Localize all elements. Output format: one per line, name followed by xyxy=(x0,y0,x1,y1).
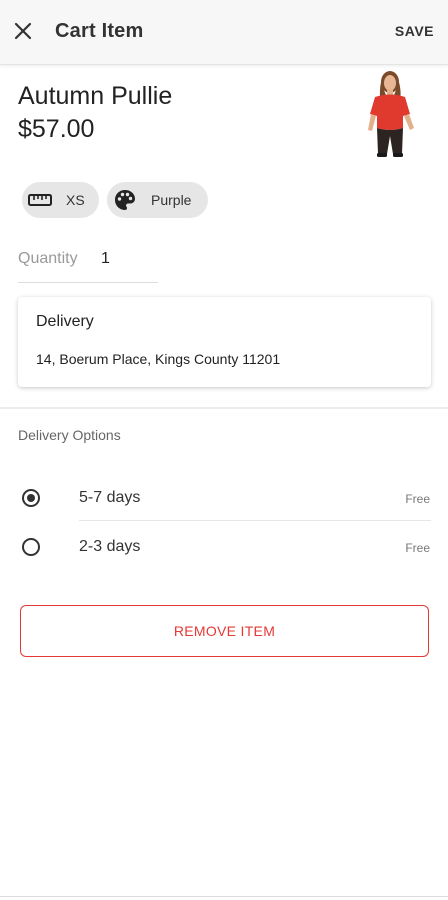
quantity-input[interactable]: 1 xyxy=(101,250,110,268)
delivery-option-label: 2-3 days xyxy=(79,538,141,555)
section-divider xyxy=(0,407,448,409)
radio-unselected-icon[interactable] xyxy=(22,538,40,556)
delivery-option-2-3-days[interactable]: 2-3 days Free xyxy=(0,524,448,570)
ruler-icon xyxy=(27,187,53,213)
app-bar: Cart Item SAVE xyxy=(0,0,448,65)
size-chip[interactable]: XS xyxy=(22,182,99,218)
page-title: Cart Item xyxy=(55,20,144,42)
delivery-card[interactable]: Delivery 14, Boerum Place, Kings County … xyxy=(18,297,431,387)
remove-item-button[interactable]: REMOVE ITEM xyxy=(20,605,429,657)
radio-selected-icon[interactable] xyxy=(22,489,40,507)
close-icon xyxy=(14,22,32,40)
delivery-title: Delivery xyxy=(36,313,94,330)
product-name: Autumn Pullie xyxy=(18,82,173,110)
option-divider xyxy=(79,520,431,521)
delivery-option-5-7-days[interactable]: 5-7 days Free xyxy=(0,475,448,521)
bottom-divider xyxy=(0,896,448,897)
delivery-option-price: Free xyxy=(405,541,430,555)
delivery-address: 14, Boerum Place, Kings County 11201 xyxy=(36,351,281,367)
quantity-label: Quantity xyxy=(18,250,78,267)
palette-icon xyxy=(112,187,138,213)
color-chip[interactable]: Purple xyxy=(107,182,208,218)
close-button[interactable] xyxy=(8,14,38,48)
delivery-option-price: Free xyxy=(405,492,430,506)
product-image[interactable] xyxy=(356,68,426,160)
delivery-options-header: Delivery Options xyxy=(18,427,121,443)
product-price: $57.00 xyxy=(18,115,95,143)
size-label: XS xyxy=(66,192,85,208)
save-button[interactable]: SAVE xyxy=(395,23,434,39)
delivery-option-label: 5-7 days xyxy=(79,489,141,506)
color-label: Purple xyxy=(151,192,192,208)
quantity-underline xyxy=(18,282,158,283)
